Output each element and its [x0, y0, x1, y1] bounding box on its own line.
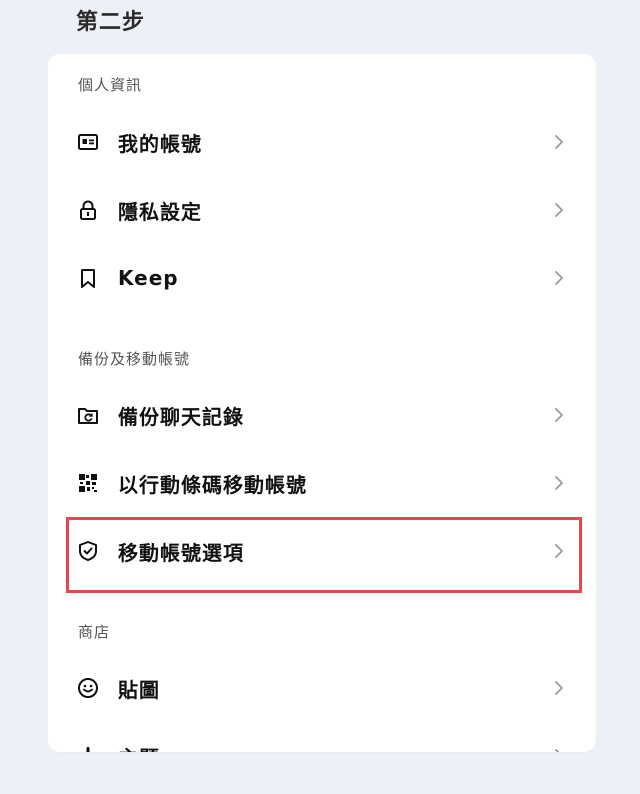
brush-icon: [76, 744, 100, 752]
row-label: 我的帳號: [118, 131, 202, 156]
chevron-right-icon: [552, 476, 566, 490]
row-label: 主題: [118, 742, 160, 753]
row-transfer-options[interactable]: 移動帳號選項: [48, 517, 596, 585]
qr-code-icon: [76, 471, 100, 495]
chevron-right-icon: [552, 203, 566, 217]
row-label: 隱私設定: [118, 199, 202, 224]
bookmark-icon: [76, 266, 100, 290]
row-themes[interactable]: 主題: [48, 722, 596, 752]
settings-card: 個人資訊 我的帳號 隱私設定 Keep 備份及移動帳號 備份聊天記錄 以行動條碼…: [48, 54, 596, 752]
row-label: 備份聊天記錄: [118, 404, 244, 429]
row-keep[interactable]: Keep: [48, 244, 596, 312]
lock-icon: [76, 198, 100, 222]
row-label: 移動帳號選項: [118, 540, 244, 565]
chevron-right-icon: [552, 544, 566, 558]
row-backup-chats[interactable]: 備份聊天記錄: [48, 381, 596, 449]
smiley-icon: [76, 676, 100, 700]
row-my-account[interactable]: 我的帳號: [48, 108, 596, 176]
chevron-right-icon: [552, 408, 566, 422]
chevron-right-icon: [552, 271, 566, 285]
row-privacy-settings[interactable]: 隱私設定: [48, 176, 596, 244]
step-title: 第二步: [76, 10, 146, 35]
section-header-personal: 個人資訊: [78, 76, 143, 94]
section-header-store: 商店: [78, 623, 111, 641]
row-label: 貼圖: [118, 677, 160, 702]
row-stickers[interactable]: 貼圖: [48, 654, 596, 722]
chevron-right-icon: [552, 749, 566, 752]
backup-icon: [76, 403, 100, 427]
row-label: 以行動條碼移動帳號: [118, 472, 307, 497]
chevron-right-icon: [552, 135, 566, 149]
row-label: Keep: [118, 266, 179, 290]
shield-check-icon: [76, 539, 100, 563]
section-header-backup: 備份及移動帳號: [78, 350, 191, 368]
id-card-icon: [76, 130, 100, 154]
chevron-right-icon: [552, 681, 566, 695]
row-qr-transfer[interactable]: 以行動條碼移動帳號: [48, 449, 596, 517]
